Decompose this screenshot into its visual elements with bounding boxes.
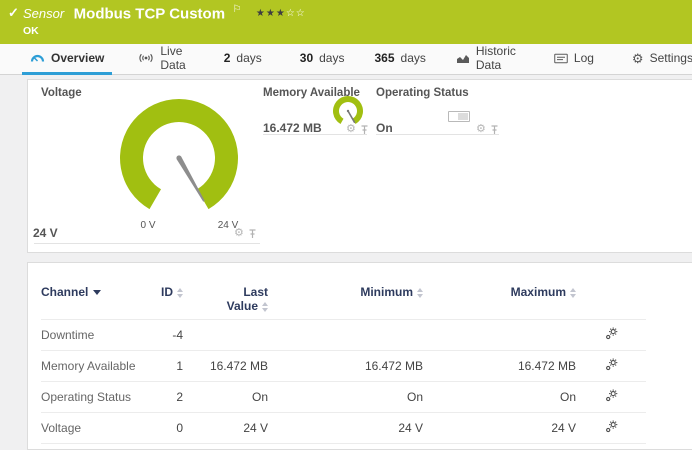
table-row: Memory Available 1 16.472 MB 16.472 MB 1…: [41, 351, 646, 382]
tab-settings[interactable]: ⚙ Settings: [624, 44, 692, 75]
priority-stars[interactable]: ★★★☆☆: [256, 8, 306, 19]
col-last-label: Last: [243, 285, 268, 299]
tab-30-days[interactable]: 30 days: [292, 44, 353, 75]
gauge-needle: [348, 111, 355, 123]
table-header-row: Channel ID Last Value Minimum Maximum: [41, 285, 646, 320]
channel-id: 0: [151, 413, 183, 444]
priority-stars-empty: ☆☆: [286, 8, 306, 19]
channel-name: Voltage: [41, 413, 151, 444]
gear-icon: ⚙: [632, 52, 644, 65]
col-maximum-label: Maximum: [511, 285, 566, 299]
channel-settings-icon[interactable]: [605, 358, 618, 374]
col-minimum-label: Minimum: [360, 285, 413, 299]
sort-desc-icon: [93, 290, 101, 295]
channel-minimum: [268, 320, 423, 351]
voltage-scale-min: 0 V: [128, 220, 168, 231]
channel-last-value: On: [183, 382, 268, 413]
col-maximum[interactable]: Maximum: [423, 285, 576, 320]
tab-365-days[interactable]: 365 days: [366, 44, 433, 75]
channel-last-value: [183, 320, 268, 351]
table-row: Downtime -4: [41, 320, 646, 351]
sensor-kind-label: Sensor: [23, 6, 64, 21]
tab-label: Settings: [650, 51, 692, 65]
gear-icon[interactable]: ⚙: [234, 228, 244, 239]
channel-settings-icon[interactable]: [605, 327, 618, 343]
voltage-last-value: 24 V: [33, 226, 58, 240]
table-row: Operating Status 2 On On On: [41, 382, 646, 413]
channel-maximum: [423, 320, 576, 351]
tab-label: days: [401, 51, 426, 65]
channel-minimum: On: [268, 382, 423, 413]
tab-label: Overview: [51, 51, 104, 65]
channels-panel: Channel ID Last Value Minimum Maximum: [27, 262, 692, 450]
channel-settings-icon[interactable]: [605, 420, 618, 436]
channel-settings-icon[interactable]: [605, 389, 618, 405]
bar-chart-icon: [456, 53, 470, 64]
channels-table: Channel ID Last Value Minimum Maximum: [41, 285, 646, 444]
broadcast-icon: [138, 52, 154, 64]
tab-label: days: [319, 51, 344, 65]
sort-icon: [262, 302, 268, 312]
gauge-needle: [177, 157, 205, 202]
sensor-title: Modbus TCP Custom: [74, 5, 225, 22]
col-channel-label: Channel: [41, 285, 88, 299]
col-channel[interactable]: Channel: [41, 285, 151, 320]
channel-id: 2: [151, 382, 183, 413]
prtg-sensor-page: ✓ Sensor Modbus TCP Custom ⚐ ★★★☆☆ OK Ov…: [0, 0, 692, 450]
tab-historic-data[interactable]: Historic Data: [448, 44, 524, 75]
memory-last-value: 16.472 MB: [263, 121, 322, 135]
gauges-panel: Voltage 0 V 24 V 24 V ⚙ Memory Available…: [27, 79, 692, 253]
status-ok-check-icon: ✓: [8, 5, 19, 21]
col-id[interactable]: ID: [151, 285, 183, 320]
channel-id: -4: [151, 320, 183, 351]
channel-name: Operating Status: [41, 382, 151, 413]
col-minimum[interactable]: Minimum: [268, 285, 423, 320]
operating-status-title: Operating Status: [376, 87, 469, 99]
tab-number: 365: [374, 51, 394, 65]
voltage-gauge-actions: ⚙: [234, 228, 257, 239]
tab-bar: Overview Live Data 2 days 30 days 365 da…: [0, 44, 692, 75]
priority-stars-filled: ★★★: [256, 8, 286, 19]
pin-icon[interactable]: [247, 228, 257, 239]
channel-maximum: 16.472 MB: [423, 351, 576, 382]
voltage-gauge: [114, 93, 244, 223]
tab-2-days[interactable]: 2 days: [216, 44, 270, 75]
toggle-switch-icon: [448, 111, 470, 122]
col-last-value[interactable]: Last Value: [183, 285, 268, 320]
channel-minimum: 24 V: [268, 413, 423, 444]
sort-icon: [570, 288, 576, 298]
channel-maximum: On: [423, 382, 576, 413]
flag-icon[interactable]: ⚐: [233, 4, 242, 15]
channel-minimum: 16.472 MB: [268, 351, 423, 382]
tab-number: 30: [300, 51, 313, 65]
gauge-icon: [30, 52, 45, 64]
table-row: Voltage 0 24 V 24 V 24 V: [41, 413, 646, 444]
tab-overview[interactable]: Overview: [22, 44, 112, 75]
tab-label: Live Data: [160, 44, 185, 72]
sort-icon: [177, 288, 183, 298]
channel-name: Memory Available: [41, 351, 151, 382]
tab-live-data[interactable]: Live Data: [130, 44, 193, 75]
channel-id: 1: [151, 351, 183, 382]
channel-name: Downtime: [41, 320, 151, 351]
voltage-gauge-title: Voltage: [41, 87, 82, 99]
col-actions: [576, 285, 646, 320]
col-id-label: ID: [161, 285, 173, 299]
tab-log[interactable]: Log: [546, 44, 602, 75]
tab-label: days: [236, 51, 261, 65]
tab-number: 2: [224, 51, 231, 65]
channel-maximum: 24 V: [423, 413, 576, 444]
sensor-status-badge: OK: [23, 25, 39, 37]
tab-label: Log: [574, 51, 594, 65]
log-icon: [554, 53, 568, 64]
tab-label: Historic Data: [476, 44, 516, 72]
channel-last-value: 24 V: [183, 413, 268, 444]
operating-status-value: On: [376, 121, 393, 135]
channel-last-value: 16.472 MB: [183, 351, 268, 382]
sort-icon: [417, 288, 423, 298]
col-value-label: Value: [227, 299, 258, 313]
sensor-header: ✓ Sensor Modbus TCP Custom ⚐ ★★★☆☆ OK: [0, 0, 692, 44]
